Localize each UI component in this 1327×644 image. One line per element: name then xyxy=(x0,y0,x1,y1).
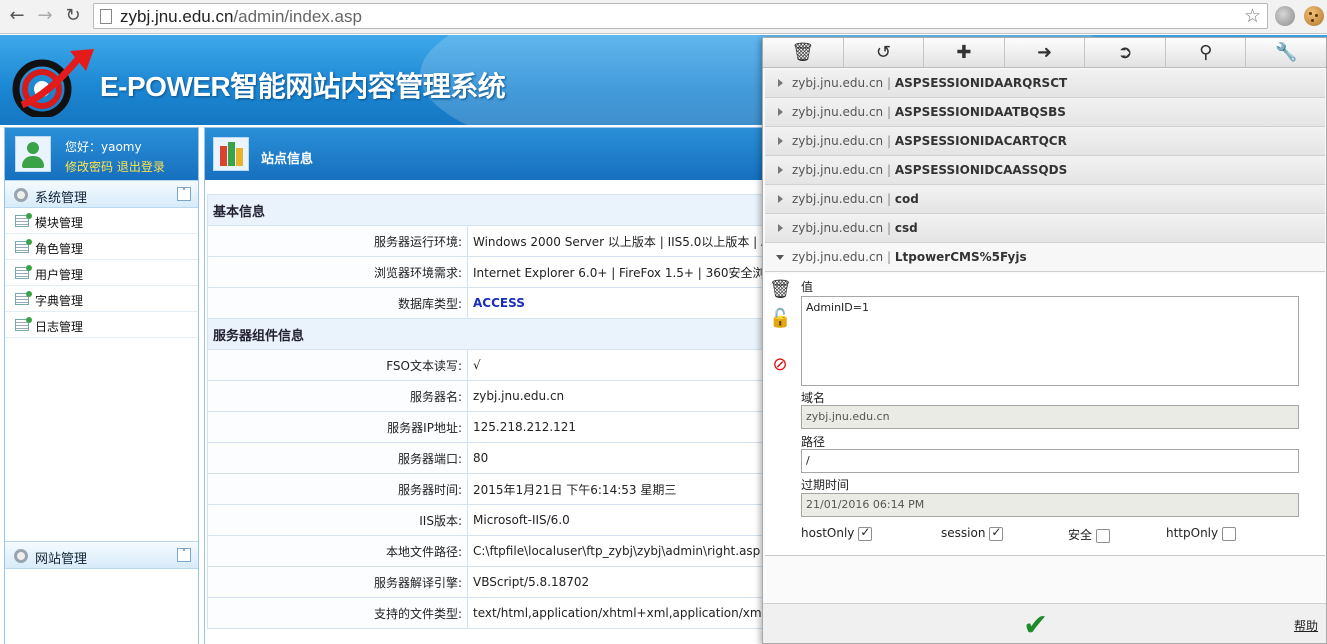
list-icon xyxy=(15,239,32,253)
search-icon[interactable]: ⚲ xyxy=(1166,38,1247,67)
hostonly-flag: hostOnly xyxy=(801,525,873,541)
sidebar-item-users[interactable]: 用户管理 xyxy=(5,260,198,286)
sidebar-item-label: 日志管理 xyxy=(35,320,84,334)
system-section-header[interactable]: 系统管理 ˄ xyxy=(5,180,198,208)
sidebar-item-modules[interactable]: 模块管理 xyxy=(5,208,198,234)
sidebar-item-label: 字典管理 xyxy=(35,294,84,308)
hostonly-checkbox[interactable] xyxy=(858,525,873,541)
extension-globe-icon[interactable] xyxy=(1275,6,1295,26)
cookie-list: zybj.jnu.edu.cn | ASPSESSIONIDAARQRSCT z… xyxy=(765,69,1325,272)
site-section-header[interactable]: 网站管理 ˅ xyxy=(5,541,198,569)
system-section-title: 系统管理 xyxy=(35,191,88,206)
secure-checkbox[interactable] xyxy=(1096,528,1111,543)
collapse-arrow-icon xyxy=(776,255,784,260)
expand-arrow-icon xyxy=(778,137,783,145)
user-box: 您好：yaomy 修改密码 退出登录 xyxy=(5,128,198,180)
help-link[interactable]: 帮助 xyxy=(1294,617,1318,634)
reset-icon[interactable]: ↺ xyxy=(844,38,925,67)
avatar xyxy=(15,136,51,172)
add-icon[interactable]: ✚ xyxy=(924,38,1005,67)
reload-icon[interactable]: ↻ xyxy=(62,5,84,27)
cookie-item[interactable]: zybj.jnu.edu.cn | cod xyxy=(765,185,1325,214)
expand-icon[interactable]: ˅ xyxy=(177,548,191,562)
session-flag: session xyxy=(941,525,1004,541)
brand-title: E-POWER智能网站内容管理系统 xyxy=(100,71,506,102)
domain-field[interactable]: zybj.jnu.edu.cn xyxy=(801,405,1299,429)
httponly-checkbox[interactable] xyxy=(1222,526,1237,541)
list-icon xyxy=(15,291,32,305)
expires-label: 过期时间 xyxy=(801,478,850,492)
expand-arrow-icon xyxy=(778,224,783,232)
back-icon[interactable]: ← xyxy=(6,5,28,27)
address-bar[interactable]: zybj.jnu.edu.cn/admin/index.asp ☆ xyxy=(93,3,1268,29)
expires-field[interactable]: 21/01/2016 06:14 PM xyxy=(801,493,1299,517)
cookie-item[interactable]: zybj.jnu.edu.cn | ASPSESSIONIDAARQRSCT xyxy=(765,69,1325,98)
gear-icon xyxy=(14,549,28,563)
sidebar-item-label: 模块管理 xyxy=(35,216,84,230)
sidebar-item-roles[interactable]: 角色管理 xyxy=(5,234,198,260)
site-section-title: 网站管理 xyxy=(35,552,88,567)
cookie-toolbar: 🗑 ↺ ✚ ➜ ➲ ⚲ 🔧 xyxy=(763,38,1326,68)
books-icon xyxy=(213,137,249,171)
trash-icon[interactable]: 🗑 xyxy=(769,279,792,301)
value-label: 值 xyxy=(801,280,814,294)
sidebar-item-label: 角色管理 xyxy=(35,242,84,256)
expand-arrow-icon xyxy=(778,79,783,87)
forward-icon[interactable]: → xyxy=(34,5,56,27)
sidebar-item-logs[interactable]: 日志管理 xyxy=(5,312,198,338)
cookie-item[interactable]: zybj.jnu.edu.cn | ASPSESSIONIDACARTQCR xyxy=(765,127,1325,156)
logout-link[interactable]: 退出登录 xyxy=(117,160,165,174)
value-textarea[interactable]: AdminID=1 xyxy=(801,296,1299,386)
session-checkbox[interactable] xyxy=(989,525,1004,541)
gear-icon xyxy=(14,188,28,202)
path-field[interactable]: / xyxy=(801,449,1299,473)
sidebar-item-label: 用户管理 xyxy=(35,268,84,282)
page-icon xyxy=(100,9,112,24)
user-greeting: 您好：yaomy xyxy=(65,140,142,154)
bookmark-star-icon[interactable]: ☆ xyxy=(1244,5,1261,27)
cookie-item[interactable]: zybj.jnu.edu.cn | ASPSESSIONIDAATBQSBS xyxy=(765,98,1325,127)
cookie-item[interactable]: zybj.jnu.edu.cn | ASPSESSIONIDCAASSQDS xyxy=(765,156,1325,185)
list-icon xyxy=(15,265,32,279)
block-icon[interactable]: ⊘ xyxy=(769,354,791,376)
page-title: 站点信息 xyxy=(261,152,314,167)
secure-flag: 安全 xyxy=(1068,526,1111,543)
list-icon xyxy=(15,317,32,331)
user-links: 修改密码 退出登录 xyxy=(65,158,165,175)
delete-all-icon[interactable]: 🗑 xyxy=(763,38,844,67)
popup-footer: ✔ 帮助 xyxy=(763,603,1326,643)
cookie-item-expanded[interactable]: zybj.jnu.edu.cn | LtpowerCMS%5Fyjs xyxy=(765,243,1325,272)
export-icon[interactable]: ➲ xyxy=(1085,38,1166,67)
logo-icon xyxy=(12,49,94,117)
save-check-icon[interactable]: ✔ xyxy=(1023,608,1048,643)
cookie-item[interactable]: zybj.jnu.edu.cn | csd xyxy=(765,214,1325,243)
cookie-edit-form: 🗑 🔓 ⊘ 值 AdminID=1 域名 zybj.jnu.edu.cn 路径 … xyxy=(765,274,1325,556)
left-sidebar: 您好：yaomy 修改密码 退出登录 系统管理 ˄ 模块管理 角色管理 用户管理… xyxy=(4,127,199,644)
expand-arrow-icon xyxy=(778,108,783,116)
sidebar-item-dictionary[interactable]: 字典管理 xyxy=(5,286,198,312)
import-icon[interactable]: ➜ xyxy=(1005,38,1086,67)
wrench-icon[interactable]: 🔧 xyxy=(1246,38,1326,67)
expand-arrow-icon xyxy=(778,166,783,174)
browser-toolbar: ← → ↻ zybj.jnu.edu.cn/admin/index.asp ☆ xyxy=(0,0,1327,34)
path-label: 路径 xyxy=(801,435,826,449)
list-icon xyxy=(15,213,32,227)
httponly-flag: httpOnly xyxy=(1166,526,1237,541)
collapse-icon[interactable]: ˄ xyxy=(177,187,191,201)
domain-label: 域名 xyxy=(801,391,826,405)
change-password-link[interactable]: 修改密码 xyxy=(65,160,113,174)
expand-arrow-icon xyxy=(778,195,783,203)
cookie-editor-popup: 🗑 ↺ ✚ ➜ ➲ ⚲ 🔧 zybj.jnu.edu.cn | ASPSESSI… xyxy=(762,37,1327,644)
url-text[interactable]: zybj.jnu.edu.cn/admin/index.asp xyxy=(120,7,362,27)
unlock-icon[interactable]: 🔓 xyxy=(769,308,791,330)
cookie-extension-icon[interactable] xyxy=(1304,6,1324,26)
